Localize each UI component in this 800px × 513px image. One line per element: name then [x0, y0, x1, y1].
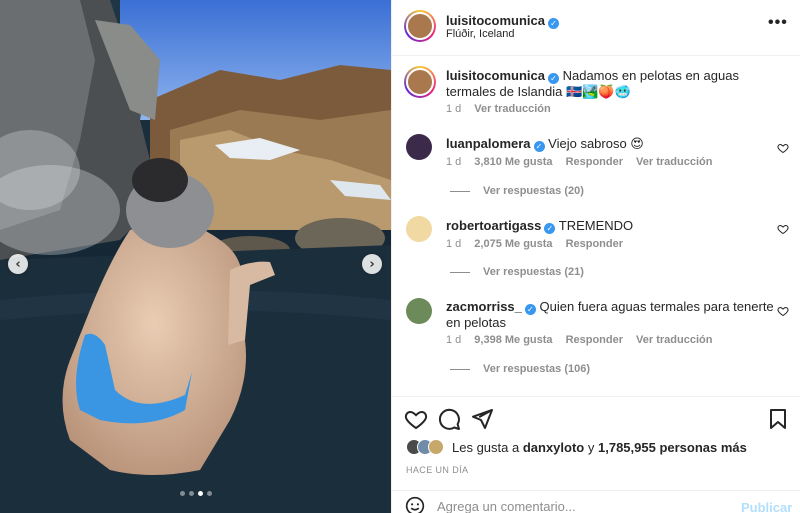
- author-avatar[interactable]: [404, 10, 436, 42]
- verified-icon: ✓: [547, 18, 559, 29]
- view-replies-label: Ver respuestas (20): [483, 185, 584, 197]
- comment-avatar[interactable]: [406, 298, 432, 324]
- translate-link[interactable]: Ver traducción: [636, 334, 712, 346]
- caption-meta: 1 d Ver traducción: [446, 103, 551, 115]
- view-replies-label: Ver respuestas (106): [483, 363, 591, 375]
- comment-meta: 1 d 9,398 Me gusta Responder Ver traducc…: [446, 334, 712, 346]
- liker-avatar: [428, 439, 444, 455]
- comment-likes[interactable]: 2,075 Me gusta: [474, 238, 552, 250]
- heart-icon[interactable]: [777, 223, 789, 235]
- caption: luisitocomunica ✓ Nadamos en pelotas en a…: [446, 68, 776, 100]
- more-options-icon[interactable]: •••: [768, 14, 788, 32]
- chevron-left-icon: ‹: [15, 256, 21, 272]
- likes-count[interactable]: 1,785,955 personas más: [598, 440, 747, 455]
- post-actions: Les gusta a danxyloto y 1,785,955 person…: [392, 396, 800, 513]
- comment-username[interactable]: zacmorriss_: [446, 299, 522, 314]
- bookmark-icon[interactable]: [766, 407, 790, 431]
- post-location[interactable]: Flúðir, Iceland: [446, 28, 514, 40]
- carousel-dot: [180, 491, 185, 496]
- comment: zacmorriss_ ✓ Quien fuera aguas termales …: [446, 299, 776, 331]
- translate-link[interactable]: Ver traducción: [636, 156, 712, 168]
- reply-button[interactable]: Responder: [566, 156, 623, 168]
- emoji-icon[interactable]: [405, 496, 425, 513]
- comment-meta: 1 d 2,075 Me gusta Responder: [446, 238, 623, 250]
- comment-likes[interactable]: 9,398 Me gusta: [474, 334, 552, 346]
- comment-meta: 1 d 3,810 Me gusta Responder Ver traducc…: [446, 156, 712, 168]
- comment-text: TREMENDO: [558, 218, 634, 233]
- comment-text: Viejo sabroso 😍: [548, 136, 644, 151]
- posted-time: HACE UN DÍA: [406, 465, 469, 475]
- add-comment-bar: Publicar: [392, 490, 800, 513]
- comment-username[interactable]: luanpalomera: [446, 136, 531, 151]
- verified-icon: ✓: [544, 223, 556, 234]
- view-replies-button[interactable]: Ver respuestas (20): [450, 185, 584, 197]
- caption-avatar[interactable]: [404, 66, 436, 98]
- comment-avatar[interactable]: [406, 216, 432, 242]
- likes-user[interactable]: danxyloto: [523, 440, 584, 455]
- carousel-dot: [207, 491, 212, 496]
- verified-icon: ✓: [533, 141, 545, 152]
- heart-icon[interactable]: [777, 142, 789, 154]
- carousel-prev-button[interactable]: ‹: [8, 254, 28, 274]
- carousel-dot: [189, 491, 194, 496]
- comment-time: 1 d: [446, 238, 462, 250]
- view-replies-button[interactable]: Ver respuestas (21): [450, 266, 584, 278]
- post-photo: [0, 0, 391, 513]
- carousel-dot: [198, 491, 203, 496]
- chevron-right-icon: ›: [369, 256, 375, 272]
- post-media[interactable]: ‹ ›: [0, 0, 391, 513]
- comment-avatar[interactable]: [406, 134, 432, 160]
- caption-username[interactable]: luisitocomunica: [446, 68, 545, 83]
- author-username[interactable]: luisitocomunica: [446, 13, 545, 28]
- post-header: luisitocomunica ✓ Flúðir, Iceland •••: [392, 0, 800, 56]
- heart-icon[interactable]: [777, 305, 789, 317]
- comment-username[interactable]: robertoartigass: [446, 218, 541, 233]
- comment: luanpalomera ✓ Viejo sabroso 😍: [446, 136, 776, 152]
- publish-button[interactable]: Publicar: [741, 500, 792, 513]
- verified-icon: ✓: [547, 73, 559, 84]
- reply-button[interactable]: Responder: [566, 238, 623, 250]
- comment: robertoartigass ✓ TREMENDO: [446, 218, 776, 234]
- view-replies-button[interactable]: Ver respuestas (106): [450, 363, 590, 375]
- like-heart-icon[interactable]: [404, 407, 428, 431]
- comment-time: 1 d: [446, 156, 462, 168]
- likes-text: Les gusta a danxyloto y 1,785,955 person…: [452, 440, 747, 455]
- caption-translate-link[interactable]: Ver traducción: [474, 103, 550, 115]
- likes-summary[interactable]: Les gusta a danxyloto y 1,785,955 person…: [406, 439, 747, 455]
- reply-button[interactable]: Responder: [566, 334, 623, 346]
- add-comment-input[interactable]: [437, 499, 717, 513]
- comment-likes[interactable]: 3,810 Me gusta: [474, 156, 552, 168]
- carousel-dots: [180, 491, 212, 496]
- caption-time: 1 d: [446, 103, 462, 115]
- share-paper-plane-icon[interactable]: [470, 407, 494, 431]
- likes-prefix: Les gusta a: [452, 439, 520, 455]
- carousel-next-button[interactable]: ›: [362, 254, 382, 274]
- likes-conj: y: [587, 439, 595, 455]
- view-replies-label: Ver respuestas (21): [483, 266, 584, 278]
- post-panel: luisitocomunica ✓ Flúðir, Iceland ••• lui…: [391, 0, 800, 513]
- comment-bubble-icon[interactable]: [437, 407, 461, 431]
- verified-icon: ✓: [524, 304, 536, 315]
- comment-time: 1 d: [446, 334, 462, 346]
